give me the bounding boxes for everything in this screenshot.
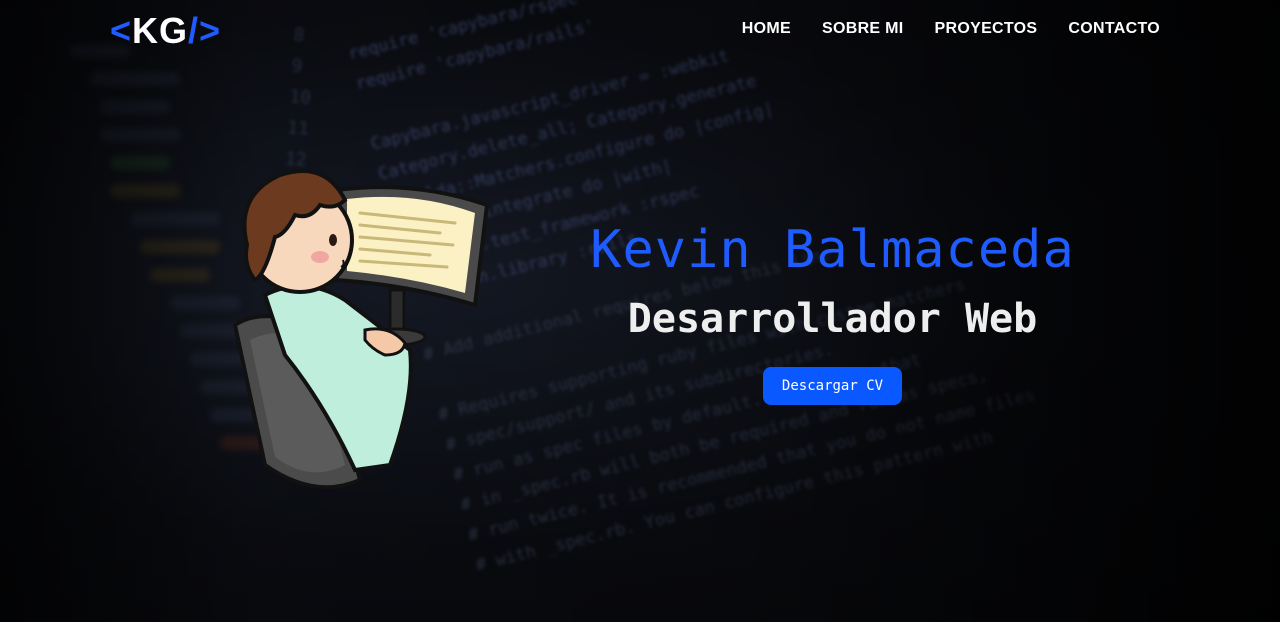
developer-illustration [225,165,500,500]
download-cv-button[interactable]: Descargar CV [762,367,903,405]
nav-link-sobre-mi[interactable]: SOBRE MI [822,20,904,38]
nav-link-contacto[interactable]: CONTACTO [1068,20,1160,38]
nav-links: HOME SOBRE MI PROYECTOS CONTACTO [742,20,1160,38]
site-logo[interactable]: <KG/> [110,10,221,52]
hero-text: Kevin Balmaceda Desarrollador Web Descar… [560,215,1105,405]
logo-close-bracket: /> [188,10,222,51]
hero-name: Kevin Balmaceda [590,220,1075,280]
hero-role: Desarrollador Web [627,296,1038,342]
nav-link-home[interactable]: HOME [742,20,791,38]
navbar: <KG/> HOME SOBRE MI PROYECTOS CONTACTO [0,0,1280,62]
nav-link-proyectos[interactable]: PROYECTOS [935,20,1038,38]
logo-open-bracket: < [110,10,133,51]
logo-letters: KG [132,10,189,51]
